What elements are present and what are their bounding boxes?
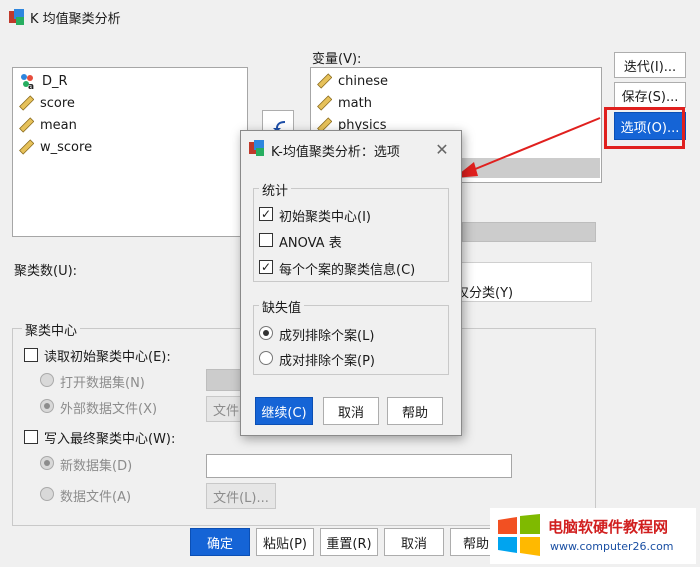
external-file-radio[interactable] bbox=[40, 399, 54, 413]
initial-centers-checkbox[interactable]: ✓ bbox=[259, 207, 273, 221]
read-initial-centers-label: 读取初始聚类中心(E): bbox=[44, 350, 171, 365]
list-item[interactable]: w_score bbox=[18, 136, 92, 158]
anova-table-label: ANOVA 表 bbox=[279, 236, 342, 251]
svg-text:a: a bbox=[28, 82, 34, 90]
external-file-label: 外部数据文件(X) bbox=[60, 402, 158, 417]
iterate-button[interactable]: 迭代(I)... bbox=[614, 52, 686, 78]
list-item-label: D_R bbox=[42, 73, 68, 89]
list-item-label: chinese bbox=[338, 73, 389, 89]
external-file-button[interactable]: 文件 bbox=[206, 396, 242, 422]
spss-app-icon bbox=[9, 9, 24, 25]
ok-button[interactable]: 确定 bbox=[190, 528, 250, 556]
save-button[interactable]: 保存(S)... bbox=[614, 82, 686, 108]
dialog-title: K-均值聚类分析：选项 bbox=[271, 145, 400, 160]
list-item[interactable]: a D_R bbox=[18, 70, 68, 92]
open-dataset-radio[interactable] bbox=[40, 373, 54, 387]
cluster-info-label: 每个个案的聚类信息(C) bbox=[279, 263, 416, 278]
red-arrow-annotation bbox=[454, 117, 601, 178]
open-dataset-label: 打开数据集(N) bbox=[60, 376, 145, 391]
cluster-info-checkbox[interactable]: ✓ bbox=[259, 260, 273, 274]
new-dataset-radio[interactable] bbox=[40, 456, 54, 470]
list-item[interactable]: chinese bbox=[316, 70, 388, 92]
list-item-label: math bbox=[338, 95, 372, 111]
label-by-field[interactable] bbox=[462, 222, 596, 242]
classify-only-label[interactable]: 仅分类(Y) bbox=[456, 282, 513, 301]
listwise-label: 成列排除个案(L) bbox=[279, 329, 375, 344]
list-item-label: score bbox=[40, 95, 75, 111]
scale-variable-icon bbox=[19, 139, 34, 155]
continue-button[interactable]: 继续(C) bbox=[255, 397, 313, 425]
windows-logo-icon bbox=[498, 514, 540, 556]
list-item[interactable]: math bbox=[316, 92, 372, 114]
scale-variable-icon bbox=[19, 117, 34, 133]
anova-table-checkbox[interactable] bbox=[259, 233, 273, 247]
dialog-cancel-button[interactable]: 取消 bbox=[323, 397, 379, 425]
paste-button[interactable]: 粘贴(P) bbox=[256, 528, 314, 556]
scale-variable-icon bbox=[317, 73, 332, 89]
close-icon[interactable]: ✕ bbox=[431, 139, 453, 159]
missing-values-title: 缺失值 bbox=[259, 297, 305, 316]
watermark-title: 电脑软硬件教程网 bbox=[548, 518, 669, 536]
watermark-url: www.computer26.com bbox=[550, 540, 674, 553]
list-item-label: w_score bbox=[40, 139, 93, 155]
list-item-label: mean bbox=[40, 117, 77, 133]
list-item[interactable]: score bbox=[18, 92, 75, 114]
pairwise-radio[interactable] bbox=[259, 351, 273, 365]
initial-centers-label: 初始聚类中心(I) bbox=[279, 210, 371, 225]
variables-label: 变量(V): bbox=[312, 52, 362, 67]
cluster-count-label: 聚类数(U): bbox=[14, 264, 78, 279]
statistics-title: 统计 bbox=[259, 180, 292, 199]
open-dataset-dropdown[interactable] bbox=[206, 369, 242, 391]
red-highlight-box bbox=[604, 107, 685, 149]
data-file-radio[interactable] bbox=[40, 487, 54, 501]
data-file-button[interactable]: 文件(L)... bbox=[206, 483, 276, 509]
cancel-button[interactable]: 取消 bbox=[384, 528, 444, 556]
write-final-centers-checkbox[interactable] bbox=[24, 430, 38, 444]
scale-variable-icon bbox=[317, 95, 332, 111]
window-title: K 均值聚类分析 bbox=[30, 12, 121, 27]
spss-app-icon bbox=[249, 140, 264, 156]
new-dataset-input[interactable] bbox=[206, 454, 512, 478]
scale-variable-icon bbox=[19, 95, 34, 111]
pairwise-label: 成对排除个案(P) bbox=[279, 354, 375, 369]
options-dialog: K-均值聚类分析：选项 ✕ 统计 ✓ 初始聚类中心(I) ANOVA 表 ✓ 每… bbox=[240, 130, 462, 436]
nominal-variable-icon: a bbox=[21, 74, 34, 90]
read-initial-centers-checkbox[interactable] bbox=[24, 348, 38, 362]
reset-button[interactable]: 重置(R) bbox=[320, 528, 378, 556]
listwise-radio[interactable] bbox=[259, 326, 273, 340]
write-final-centers-label: 写入最终聚类中心(W): bbox=[44, 432, 176, 447]
cluster-centers-title: 聚类中心 bbox=[22, 320, 81, 339]
list-item[interactable]: mean bbox=[18, 114, 77, 136]
dialog-help-button[interactable]: 帮助 bbox=[387, 397, 443, 425]
new-dataset-label: 新数据集(D) bbox=[60, 459, 133, 474]
data-file-label: 数据文件(A) bbox=[60, 490, 132, 505]
